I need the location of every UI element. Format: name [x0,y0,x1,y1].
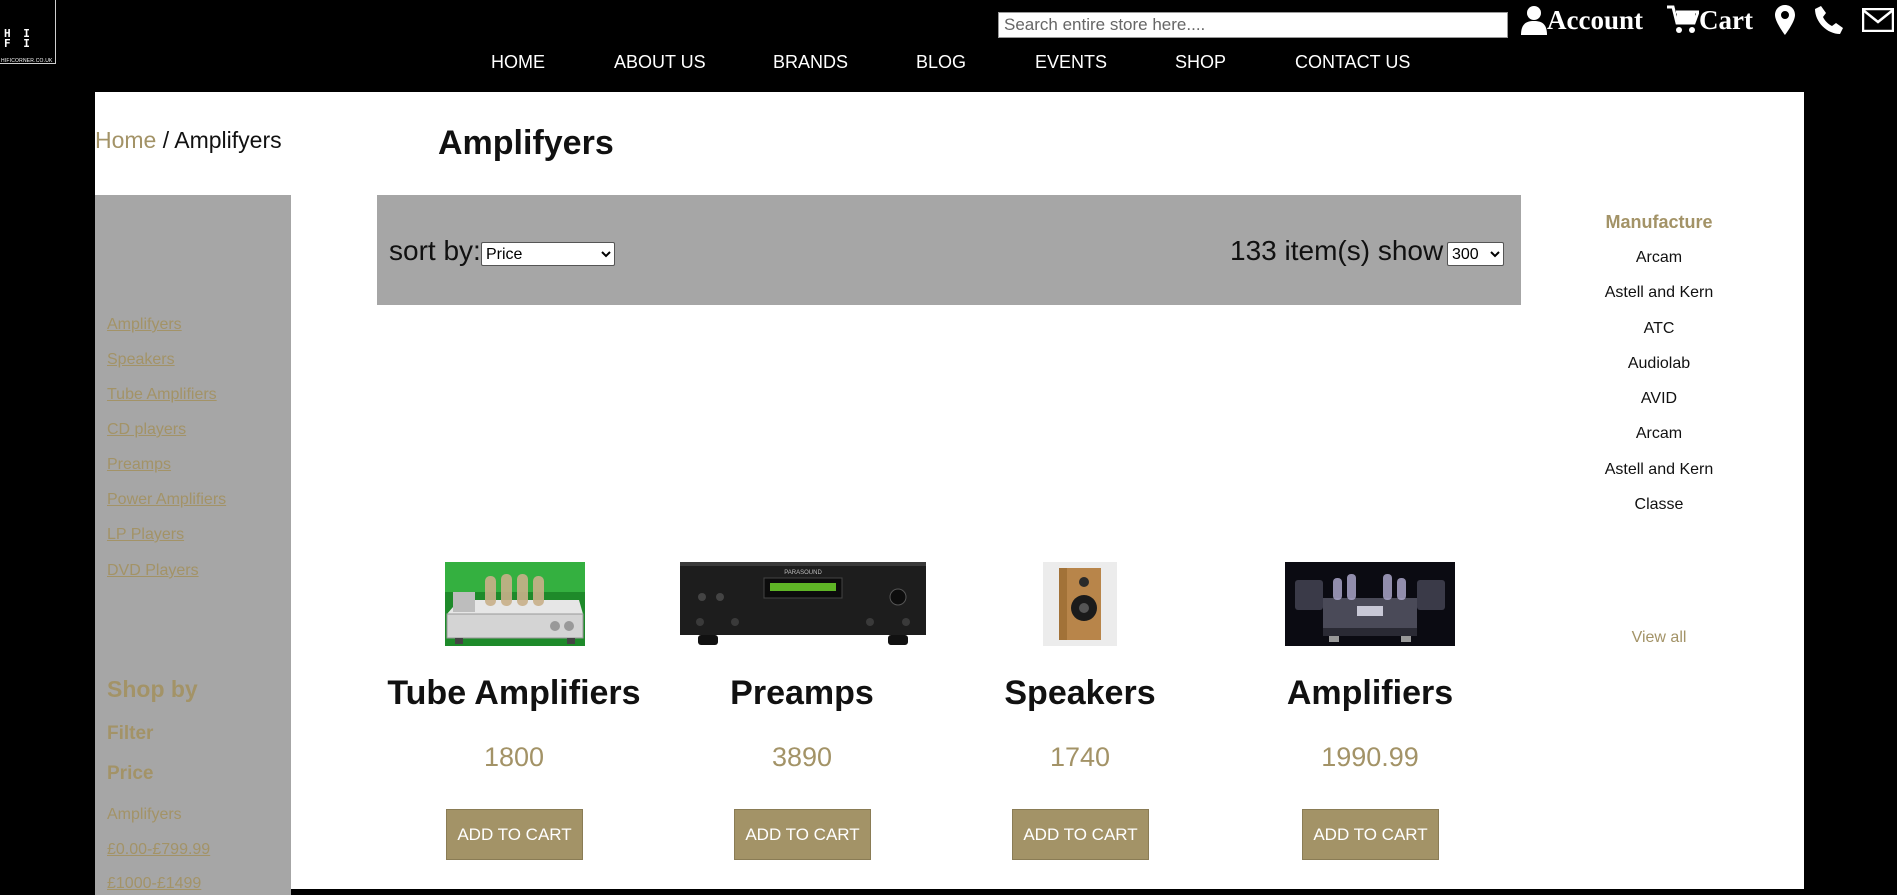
price-range-link[interactable]: £0.00-£799.99 [107,841,210,859]
sidebar-link-lp-players[interactable]: LP Players [107,526,184,544]
sort-toolbar: sort by: Price 133 item(s) show 300 [377,195,1521,305]
nav-home[interactable]: HOME [491,52,545,73]
product-name[interactable]: Tube Amplifiers [384,674,644,713]
manufacturer-link[interactable]: Classe [1559,496,1759,514]
view-all-manufacturers-link[interactable]: View all [1559,629,1759,647]
breadcrumb: Home / Amplifyers [95,127,282,154]
tube-amplifier-image[interactable] [445,562,585,646]
breadcrumb-current: Amplifyers [174,127,282,153]
product-name[interactable]: Speakers [950,674,1210,713]
price-range-link[interactable]: £1000-£1499 [107,875,201,893]
manufacturer-link[interactable]: ATC [1559,320,1759,338]
item-count-label: 133 item(s) show [1230,235,1444,266]
manufacturer-link[interactable]: Arcam [1559,425,1759,443]
product-price: 1990.99 [1321,742,1419,772]
shop-by-heading: Shop by [107,676,198,702]
product-name[interactable]: Preamps [672,674,932,713]
add-to-cart-button[interactable]: ADD TO CART [1012,809,1149,860]
phone-link[interactable] [1815,2,1843,38]
map-pin-icon [1775,5,1795,35]
add-to-cart-button[interactable]: ADD TO CART [734,809,871,860]
add-to-cart-button[interactable]: ADD TO CART [1302,809,1439,860]
nav-brands[interactable]: BRANDS [773,52,848,73]
phone-icon [1815,6,1843,34]
sort-by-select[interactable]: Price [481,242,615,266]
logo-mark: H IF I [4,27,33,50]
search-input[interactable] [998,12,1508,38]
sidebar-link-cd-players[interactable]: CD players [107,421,186,439]
cart-icon [1667,5,1699,33]
email-link[interactable] [1862,2,1894,38]
account-link[interactable]: Account [1521,2,1643,38]
cart-label: Cart [1699,4,1753,35]
product-price: 3890 [771,742,833,772]
manufacture-heading: Manufacture [1605,212,1713,232]
content-panel: Home / Amplifyers Amplifyers Amplifyers … [95,92,1804,895]
envelope-icon [1862,8,1894,32]
sidebar-link-amplifyers[interactable]: Amplifyers [107,316,182,334]
page-title: Amplifyers [438,124,614,162]
nav-about-us[interactable]: ABOUT US [614,52,706,73]
nav-contact-us[interactable]: CONTACT US [1295,52,1410,73]
items-per-page-select[interactable]: 300 [1447,242,1504,266]
category-sidebar: Amplifyers Speakers Tube Amplifiers CD p… [95,195,291,895]
nav-blog[interactable]: BLOG [916,52,966,73]
sidebar-link-speakers[interactable]: Speakers [107,351,175,369]
sidebar-link-dvd-players[interactable]: DVD Players [107,562,199,580]
manufacturer-link[interactable]: AVID [1559,390,1759,408]
sidebar-link-power-amplifiers[interactable]: Power Amplifiers [107,491,226,509]
store-location-link[interactable] [1775,2,1795,38]
price-category-label: Amplifyers [107,806,182,823]
product-price: 1740 [1049,742,1111,772]
sidebar-link-tube-amplifiers[interactable]: Tube Amplifiers [107,386,217,404]
sort-by-label: sort by: [389,235,481,266]
product-name[interactable]: Amplifiers [1240,674,1500,713]
nav-events[interactable]: EVENTS [1035,52,1107,73]
add-to-cart-button[interactable]: ADD TO CART [446,809,583,860]
breadcrumb-home-link[interactable]: Home [95,127,156,153]
amplifier-image[interactable] [1285,562,1455,646]
sidebar-link-preamps[interactable]: Preamps [107,456,171,474]
manufacturer-link[interactable]: Arcam [1559,249,1759,267]
preamp-image[interactable]: PARASOUND [680,562,926,646]
cart-link[interactable]: Cart [1667,2,1753,38]
breadcrumb-separator: / [156,127,175,153]
filter-heading: Filter [107,723,154,744]
manufacturer-link[interactable]: Astell and Kern [1559,284,1759,302]
manufacturer-link[interactable]: Audiolab [1559,355,1759,373]
product-price: 1800 [483,742,545,772]
price-heading: Price [107,763,154,784]
manufacturer-link[interactable]: Astell and Kern [1559,461,1759,479]
speaker-image[interactable] [1043,562,1117,646]
nav-shop[interactable]: SHOP [1175,52,1226,73]
main-nav: HOME ABOUT US BRANDS BLOG EVENTS SHOP CO… [0,52,1897,80]
user-icon [1521,6,1547,35]
brand-text: PARASOUND [784,570,822,576]
account-label: Account [1547,4,1643,35]
